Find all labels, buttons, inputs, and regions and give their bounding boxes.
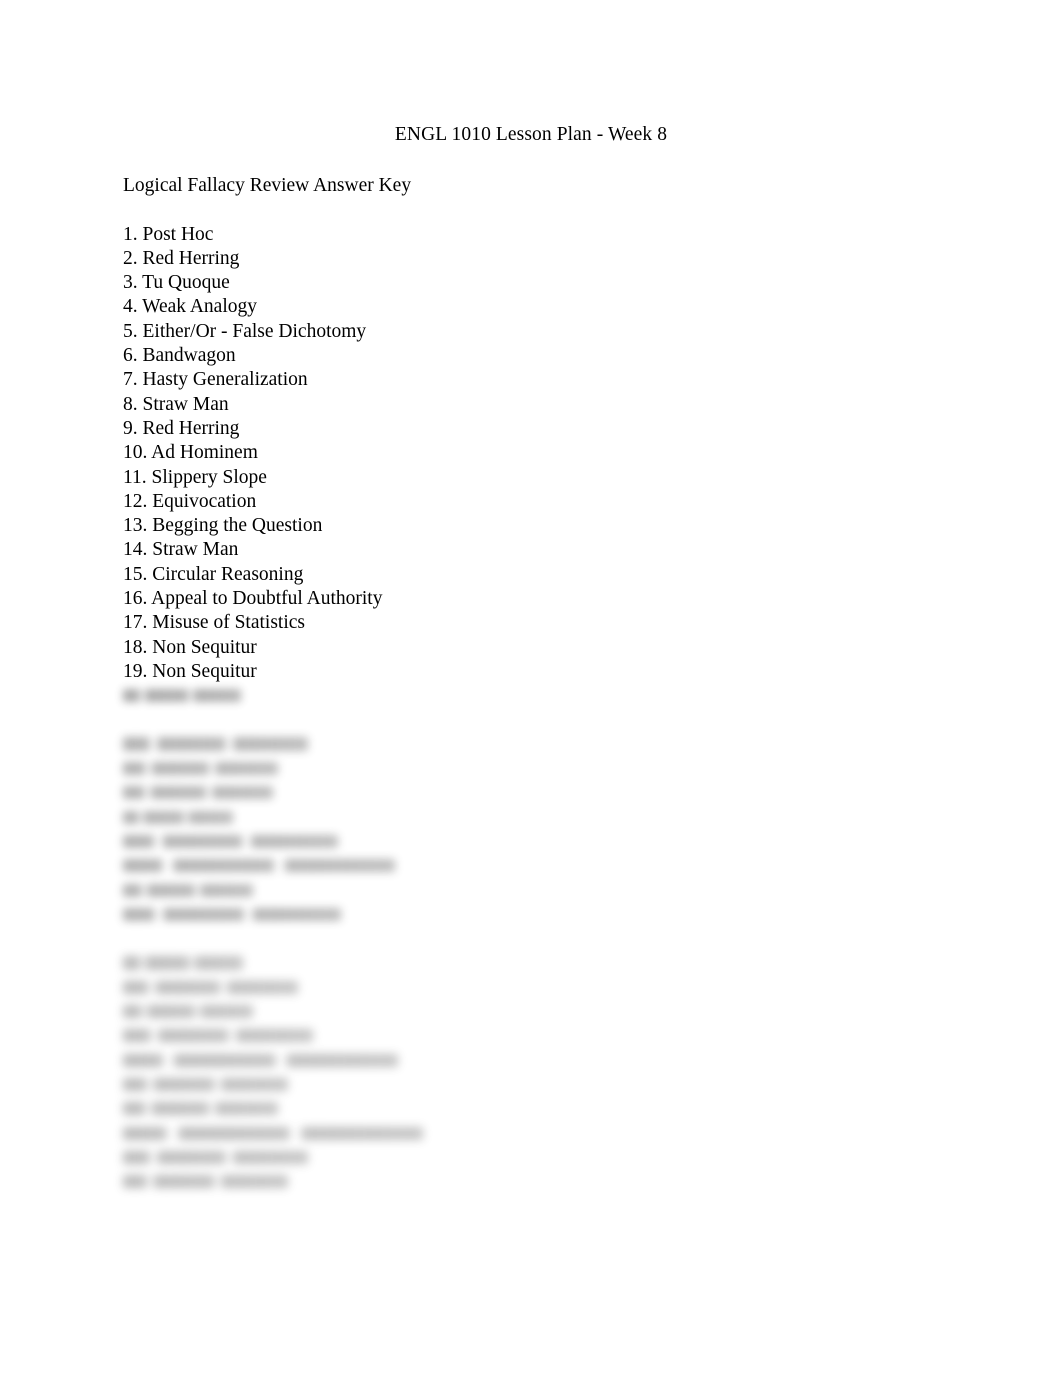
list-item: 16. Appeal to Doubtful Authority [123, 588, 383, 610]
list-item: 18. Non Sequitur [123, 636, 257, 658]
redacted-line [123, 1073, 943, 1097]
section-heading-answer-key: Logical Fallacy Review Answer Key [123, 175, 412, 196]
redacted-block-trailing-item [123, 684, 943, 708]
redacted-line [123, 806, 943, 830]
document-body: Logical Fallacy Review Answer Key 1. Pos… [123, 174, 943, 1194]
redacted-line [123, 830, 943, 854]
redacted-line [123, 1122, 943, 1146]
redacted-line [123, 1049, 943, 1073]
list-item: 19. Non Sequitur [123, 660, 257, 682]
list-item: 11. Slippery Slope [123, 466, 267, 488]
redacted-line [123, 781, 943, 805]
list-item: 9. Red Herring [123, 417, 240, 439]
document-page: ENGL 1010 Lesson Plan - Week 8 Logical F… [0, 0, 1062, 1377]
page-title: ENGL 1010 Lesson Plan - Week 8 [394, 124, 668, 145]
list-item: 7. Hasty Generalization [123, 369, 308, 391]
redacted-line [123, 879, 943, 903]
redacted-heading [123, 733, 943, 757]
redacted-line [123, 854, 943, 878]
redacted-line [123, 976, 943, 1000]
list-item: 5. Either/Or - False Dichotomy [123, 320, 367, 342]
list-item: 8. Straw Man [123, 393, 229, 415]
list-item: 13. Begging the Question [123, 515, 323, 537]
list-item: 4. Weak Analogy [123, 296, 258, 318]
list-item: 12. Equivocation [123, 490, 257, 512]
list-item: 2. Red Herring [123, 247, 240, 269]
redacted-line [123, 903, 943, 927]
redacted-heading [123, 952, 943, 976]
list-item: 3. Tu Quoque [123, 272, 230, 294]
redacted-block-third-section [123, 952, 943, 1195]
redacted-line [123, 1024, 943, 1048]
list-item: 1. Post Hoc [123, 223, 214, 245]
redacted-line [123, 757, 943, 781]
answer-key-list: 1. Post Hoc 2. Red Herring 3. Tu Quoque … [123, 223, 943, 685]
redacted-line [123, 1000, 943, 1024]
redacted-line [123, 684, 943, 708]
list-item: 10. Ad Hominem [123, 442, 258, 464]
list-item: 14. Straw Man [123, 539, 239, 561]
list-item: 6. Bandwagon [123, 345, 236, 367]
list-item: 15. Circular Reasoning [123, 563, 304, 585]
redacted-line [123, 1170, 943, 1194]
list-item: 17. Misuse of Statistics [123, 612, 306, 634]
redacted-line [123, 1146, 943, 1170]
redacted-line [123, 1097, 943, 1121]
redacted-block-second-section [123, 733, 943, 927]
